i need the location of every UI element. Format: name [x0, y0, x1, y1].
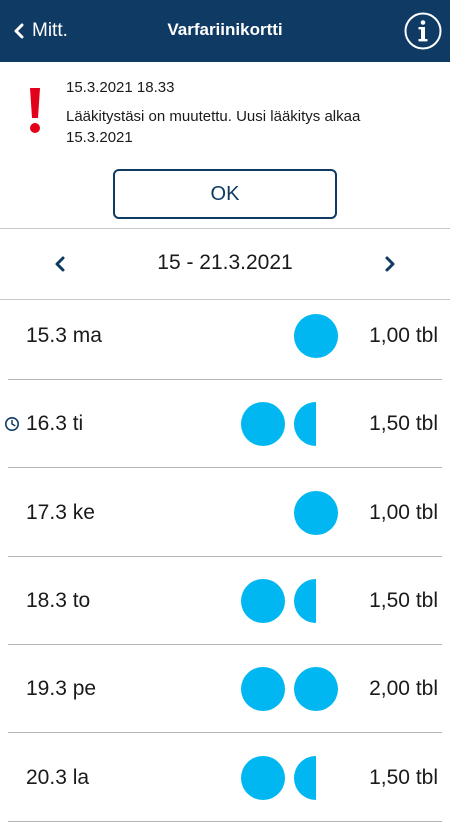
- full-tablet-icon: [241, 579, 285, 623]
- full-tablet-icon: [241, 402, 285, 446]
- change-notification: 15.3.2021 18.33 Lääkitystäsi on muutettu…: [0, 62, 450, 228]
- half-tablet-icon: [294, 402, 316, 446]
- dose-amount: 1,50 tbl: [369, 589, 438, 612]
- dose-amount: 2,00 tbl: [369, 677, 438, 700]
- full-tablet-icon: [294, 314, 338, 358]
- full-tablet-icon: [241, 667, 285, 711]
- half-tablet-icon: [294, 579, 316, 623]
- dose-amount: 1,50 tbl: [369, 766, 438, 789]
- full-tablet-icon: [294, 491, 338, 535]
- dose-amount: 1,50 tbl: [369, 412, 438, 435]
- app-header: Mitt. Varfariinikortti: [0, 0, 450, 62]
- full-tablet-icon: [294, 667, 338, 711]
- day-row[interactable]: 16.3 ti 1,50 tbl: [0, 380, 450, 468]
- day-row[interactable]: 17.3 ke 1,00 tbl: [0, 469, 450, 557]
- exclamation-icon: [30, 88, 40, 133]
- row-divider: [8, 732, 442, 733]
- week-navigator: 15 - 21.3.2021: [0, 229, 450, 299]
- notification-datetime: 15.3.2021 18.33: [66, 79, 175, 96]
- ok-button[interactable]: OK: [113, 169, 337, 219]
- day-row[interactable]: 20.3 la 1,50 tbl: [0, 734, 450, 822]
- clock-icon: [5, 417, 19, 431]
- half-tablet-icon: [294, 756, 316, 800]
- day-label: 18.3 to: [26, 589, 91, 612]
- day-row[interactable]: 19.3 pe 2,00 tbl: [0, 645, 450, 733]
- dose-amount: 1,00 tbl: [369, 501, 438, 524]
- next-week-button[interactable]: [382, 255, 398, 273]
- day-label: 16.3 ti: [26, 412, 84, 435]
- row-divider: [8, 467, 442, 468]
- notification-message: Lääkitystäsi on muutettu. Uusi lääkitys …: [66, 108, 361, 146]
- dose-amount: 1,00 tbl: [369, 324, 438, 347]
- info-icon[interactable]: [404, 12, 442, 50]
- day-row[interactable]: 15.3 ma 1,00 tbl: [0, 292, 450, 380]
- day-label: 20.3 la: [26, 766, 90, 789]
- day-label: 19.3 pe: [26, 677, 97, 700]
- day-row[interactable]: 18.3 to 1,50 tbl: [0, 557, 450, 645]
- day-label: 17.3 ke: [26, 501, 95, 524]
- full-tablet-icon: [241, 756, 285, 800]
- day-label: 15.3 ma: [26, 324, 102, 347]
- page-title: Varfariinikortti: [167, 20, 283, 39]
